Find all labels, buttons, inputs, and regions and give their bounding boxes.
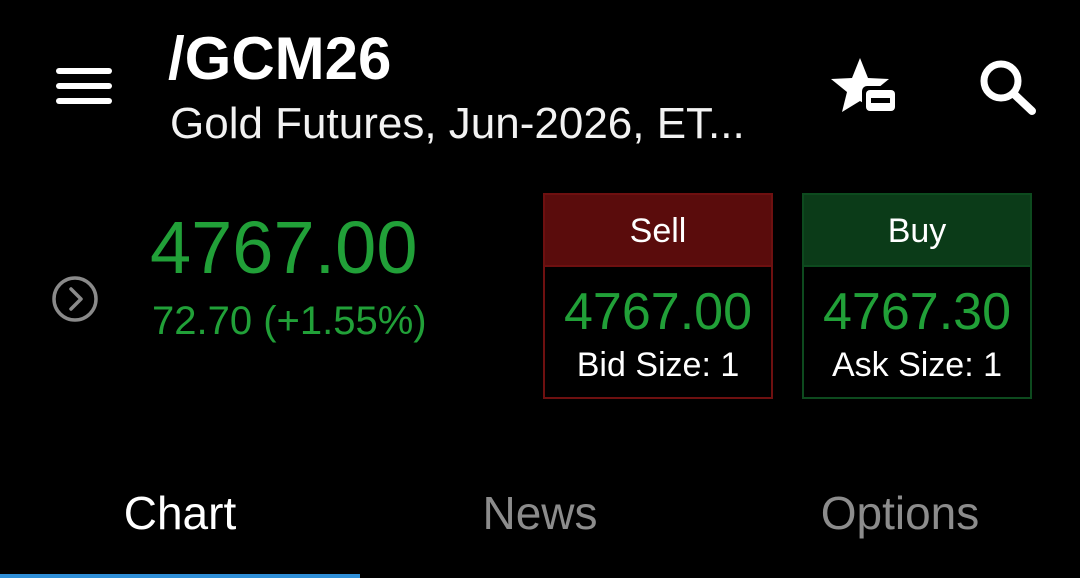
- menu-line: [56, 83, 112, 89]
- symbol-title: /GCM26: [168, 25, 392, 92]
- quote-screen: /GCM26 Gold Futures, Jun-2026, ET... 476…: [0, 0, 1080, 578]
- sell-label: Sell: [545, 195, 771, 267]
- star-minus-icon[interactable]: [826, 52, 902, 122]
- menu-line: [56, 98, 112, 104]
- active-tab-indicator: [0, 574, 360, 578]
- ask-price: 4767.30: [823, 283, 1011, 341]
- bid-price: 4767.00: [564, 283, 752, 341]
- buy-label: Buy: [804, 195, 1030, 267]
- buy-button[interactable]: Buy 4767.30 Ask Size: 1: [802, 193, 1032, 399]
- instrument-description: Gold Futures, Jun-2026, ET...: [170, 99, 745, 148]
- ask-size: Ask Size: 1: [831, 346, 1003, 384]
- last-price: 4767.00: [150, 206, 418, 289]
- tab-options[interactable]: Options: [720, 478, 1080, 548]
- tab-chart[interactable]: Chart: [0, 478, 360, 548]
- price-change: 72.70 (+1.55%): [152, 299, 427, 343]
- menu-icon[interactable]: [52, 62, 116, 112]
- sell-button[interactable]: Sell 4767.00 Bid Size: 1: [543, 193, 773, 399]
- chevron-right-circle-icon[interactable]: [50, 274, 100, 324]
- tab-news[interactable]: News: [360, 478, 720, 548]
- search-icon[interactable]: [974, 54, 1044, 120]
- menu-line: [56, 68, 112, 74]
- bid-size: Bid Size: 1: [576, 346, 740, 384]
